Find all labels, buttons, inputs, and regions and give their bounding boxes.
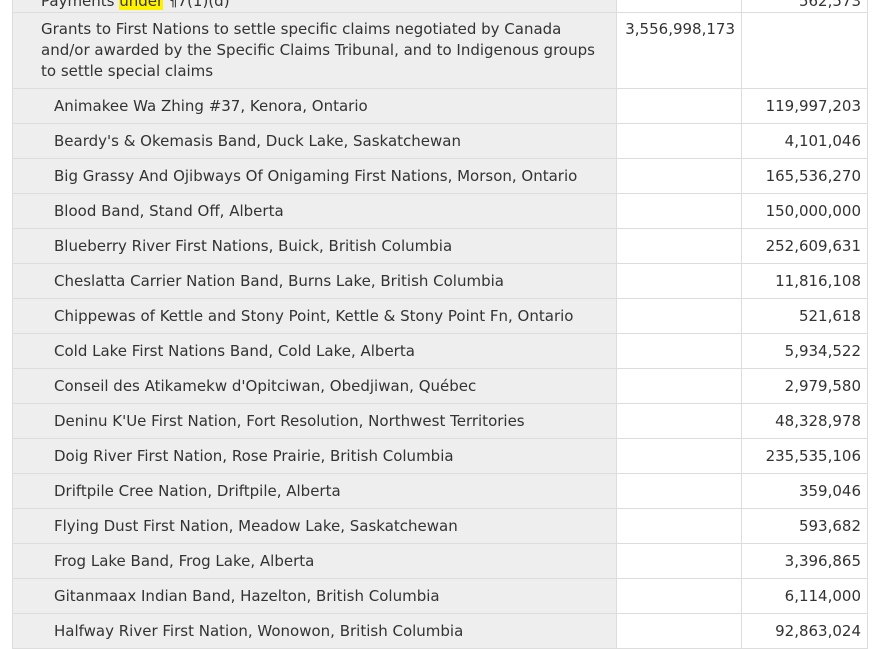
table-row: Deninu K'Ue First Nation, Fort Resolutio… xyxy=(12,403,868,439)
recipient-amount-cell: 5,934,522 xyxy=(741,333,868,369)
table-row: Chippewas of Kettle and Stony Point, Ket… xyxy=(12,298,868,334)
recipient-total-cell xyxy=(616,613,742,649)
recipient-name-cell: Big Grassy And Ojibways Of Onigaming Fir… xyxy=(12,158,617,194)
table-row: Gitanmaax Indian Band, Hazelton, British… xyxy=(12,578,868,614)
recipient-amount-cell: 119,997,203 xyxy=(741,88,868,124)
search-highlight: under xyxy=(119,0,164,10)
recipient-amount-cell: 3,396,865 xyxy=(741,543,868,579)
payments-amount-cell: 562,573 xyxy=(741,0,868,13)
recipient-name-cell: Animakee Wa Zhing #37, Kenora, Ontario xyxy=(12,88,617,124)
recipient-total-cell xyxy=(616,123,742,159)
table-row: Payments under ¶7(1)(d) 562,573 xyxy=(12,0,868,13)
table-row: Blueberry River First Nations, Buick, Br… xyxy=(12,228,868,264)
recipient-amount-cell: 593,682 xyxy=(741,508,868,544)
recipient-name-cell: Cheslatta Carrier Nation Band, Burns Lak… xyxy=(12,263,617,299)
recipient-total-cell xyxy=(616,333,742,369)
recipient-amount-cell: 165,536,270 xyxy=(741,158,868,194)
recipient-name-cell: Beardy's & Okemasis Band, Duck Lake, Sas… xyxy=(12,123,617,159)
table-row: Blood Band, Stand Off, Alberta 150,000,00… xyxy=(12,193,868,229)
recipient-total-cell xyxy=(616,368,742,404)
recipient-amount-cell: 150,000,000 xyxy=(741,193,868,229)
recipient-amount-cell: 235,535,106 xyxy=(741,438,868,474)
payments-table-container: Payments under ¶7(1)(d) 562,573 Grants t… xyxy=(12,0,868,649)
recipient-total-cell xyxy=(616,543,742,579)
recipient-name-cell: Chippewas of Kettle and Stony Point, Ket… xyxy=(12,298,617,334)
table-row: Big Grassy And Ojibways Of Onigaming Fir… xyxy=(12,158,868,194)
table-row: Beardy's & Okemasis Band, Duck Lake, Sas… xyxy=(12,123,868,159)
recipient-name-cell: Flying Dust First Nation, Meadow Lake, S… xyxy=(12,508,617,544)
table-row: Cheslatta Carrier Nation Band, Burns Lak… xyxy=(12,263,868,299)
recipient-amount-cell: 6,114,000 xyxy=(741,578,868,614)
recipient-total-cell xyxy=(616,473,742,509)
recipient-total-cell xyxy=(616,88,742,124)
table-row: Flying Dust First Nation, Meadow Lake, S… xyxy=(12,508,868,544)
recipient-amount-cell: 2,979,580 xyxy=(741,368,868,404)
table-row: Doig River First Nation, Rose Prairie, B… xyxy=(12,438,868,474)
recipient-total-cell xyxy=(616,578,742,614)
recipient-name-cell: Blood Band, Stand Off, Alberta xyxy=(12,193,617,229)
recipient-total-cell xyxy=(616,228,742,264)
recipient-total-cell xyxy=(616,263,742,299)
recipient-name-cell: Cold Lake First Nations Band, Cold Lake,… xyxy=(12,333,617,369)
recipient-amount-cell: 252,609,631 xyxy=(741,228,868,264)
payments-suffix: ¶7(1)(d) xyxy=(167,0,230,10)
recipient-name-cell: Halfway River First Nation, Wonowon, Bri… xyxy=(12,613,617,649)
recipient-name-cell: Frog Lake Band, Frog Lake, Alberta xyxy=(12,543,617,579)
recipient-total-cell xyxy=(616,158,742,194)
recipient-name-cell: Gitanmaax Indian Band, Hazelton, British… xyxy=(12,578,617,614)
recipient-name-cell: Doig River First Nation, Rose Prairie, B… xyxy=(12,438,617,474)
table-row: Grants to First Nations to settle specif… xyxy=(12,12,868,89)
recipient-total-cell xyxy=(616,403,742,439)
grant-amount-cell xyxy=(741,12,868,89)
recipient-name-cell: Deninu K'Ue First Nation, Fort Resolutio… xyxy=(12,403,617,439)
table-row: Driftpile Cree Nation, Driftpile, Albert… xyxy=(12,473,868,509)
recipient-amount-cell: 359,046 xyxy=(741,473,868,509)
recipient-amount-cell: 4,101,046 xyxy=(741,123,868,159)
recipient-total-cell xyxy=(616,508,742,544)
table-row: Conseil des Atikamekw d'Opitciwan, Obedj… xyxy=(12,368,868,404)
recipient-name-cell: Conseil des Atikamekw d'Opitciwan, Obedj… xyxy=(12,368,617,404)
payments-prefix: Payments xyxy=(41,0,115,10)
recipient-total-cell xyxy=(616,298,742,334)
table-row: Halfway River First Nation, Wonowon, Bri… xyxy=(12,613,868,649)
payments-description-cell: Payments under ¶7(1)(d) xyxy=(12,0,617,13)
recipient-amount-cell: 11,816,108 xyxy=(741,263,868,299)
recipient-name-cell: Driftpile Cree Nation, Driftpile, Albert… xyxy=(12,473,617,509)
table-row: Animakee Wa Zhing #37, Kenora, Ontario 11… xyxy=(12,88,868,124)
recipient-total-cell xyxy=(616,438,742,474)
recipient-total-cell xyxy=(616,193,742,229)
recipient-name-cell: Blueberry River First Nations, Buick, Br… xyxy=(12,228,617,264)
recipient-amount-cell: 521,618 xyxy=(741,298,868,334)
table-row: Frog Lake Band, Frog Lake, Alberta 3,396,… xyxy=(12,543,868,579)
payments-total-cell xyxy=(616,0,742,13)
table-row: Cold Lake First Nations Band, Cold Lake,… xyxy=(12,333,868,369)
grant-description-cell: Grants to First Nations to settle specif… xyxy=(12,12,617,89)
payments-table: Payments under ¶7(1)(d) 562,573 Grants t… xyxy=(12,0,868,649)
recipient-amount-cell: 92,863,024 xyxy=(741,613,868,649)
grant-total-cell: 3,556,998,173 xyxy=(616,12,742,89)
recipient-amount-cell: 48,328,978 xyxy=(741,403,868,439)
